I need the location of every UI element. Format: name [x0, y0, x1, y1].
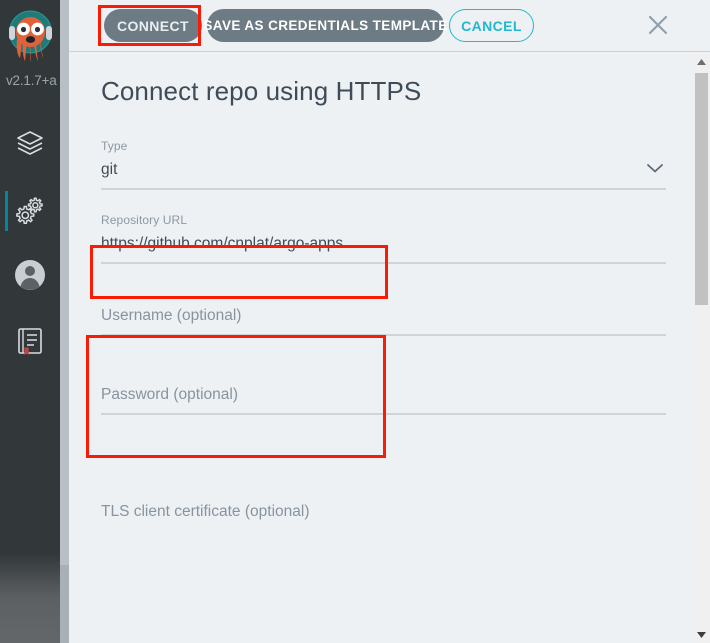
save-as-credentials-template-button[interactable]: SAVE AS CREDENTIALS TEMPLATE: [203, 9, 447, 42]
user-icon: [13, 258, 47, 297]
username-input[interactable]: Username (optional): [101, 307, 666, 334]
repository-url-input[interactable]: https://github.com/cnplat/argo-apps: [101, 235, 666, 262]
username-underline: [101, 334, 666, 336]
cancel-button[interactable]: CANCEL: [449, 9, 534, 42]
type-value: git: [101, 161, 118, 178]
repository-url-underline: [101, 262, 666, 264]
window-scrollbar[interactable]: [60, 0, 69, 643]
connect-button[interactable]: CONNECT: [104, 9, 202, 42]
main-panel: CONNECT SAVE AS CREDENTIALS TEMPLATE CAN…: [69, 0, 710, 643]
content-scrollbar[interactable]: [693, 53, 710, 643]
sidebar-item-settings[interactable]: [0, 178, 60, 244]
scroll-up-arrow-icon[interactable]: [693, 53, 710, 70]
book-icon: [16, 326, 44, 361]
gears-icon: [14, 194, 46, 229]
layers-icon: [15, 128, 45, 163]
content-scrollbar-thumb[interactable]: [695, 73, 708, 305]
password-input[interactable]: Password (optional): [101, 386, 666, 413]
repository-url-field[interactable]: Repository URL https://github.com/cnplat…: [101, 213, 666, 264]
type-field[interactable]: Type git: [101, 139, 666, 190]
connect-repo-form: Connect repo using HTTPS Type git Reposi…: [69, 53, 693, 643]
tls-client-certificate-label[interactable]: TLS client certificate (optional): [101, 503, 666, 521]
sidebar-nav: [0, 112, 60, 376]
repository-url-label: Repository URL: [101, 213, 188, 227]
chevron-down-icon[interactable]: [646, 161, 664, 173]
password-field[interactable]: Password (optional): [101, 386, 666, 415]
sidebar-item-documentation[interactable]: [0, 310, 60, 376]
slide-panel-toolbar: CONNECT SAVE AS CREDENTIALS TEMPLATE CAN…: [69, 0, 710, 52]
left-sidebar: v2.1.7+a: [0, 0, 60, 643]
type-underline: [101, 188, 666, 190]
argocd-connect-repo-screen: v2.1.7+a CONNECT SAVE AS CREDENTIALS TEM…: [0, 0, 710, 643]
argo-octopus-logo[interactable]: [8, 6, 53, 66]
window-scrollbar-thumb[interactable]: [60, 0, 69, 565]
sidebar-item-applications[interactable]: [0, 112, 60, 178]
app-version: v2.1.7+a: [6, 73, 57, 88]
close-icon[interactable]: [645, 12, 671, 38]
username-field[interactable]: Username (optional): [101, 307, 666, 336]
page-title: Connect repo using HTTPS: [101, 76, 422, 106]
sidebar-item-user-info[interactable]: [0, 244, 60, 310]
scroll-down-arrow-icon[interactable]: [693, 626, 710, 643]
password-underline: [101, 413, 666, 415]
type-label: Type: [101, 139, 128, 153]
tls-client-certificate-field[interactable]: TLS client certificate (optional): [101, 503, 666, 521]
